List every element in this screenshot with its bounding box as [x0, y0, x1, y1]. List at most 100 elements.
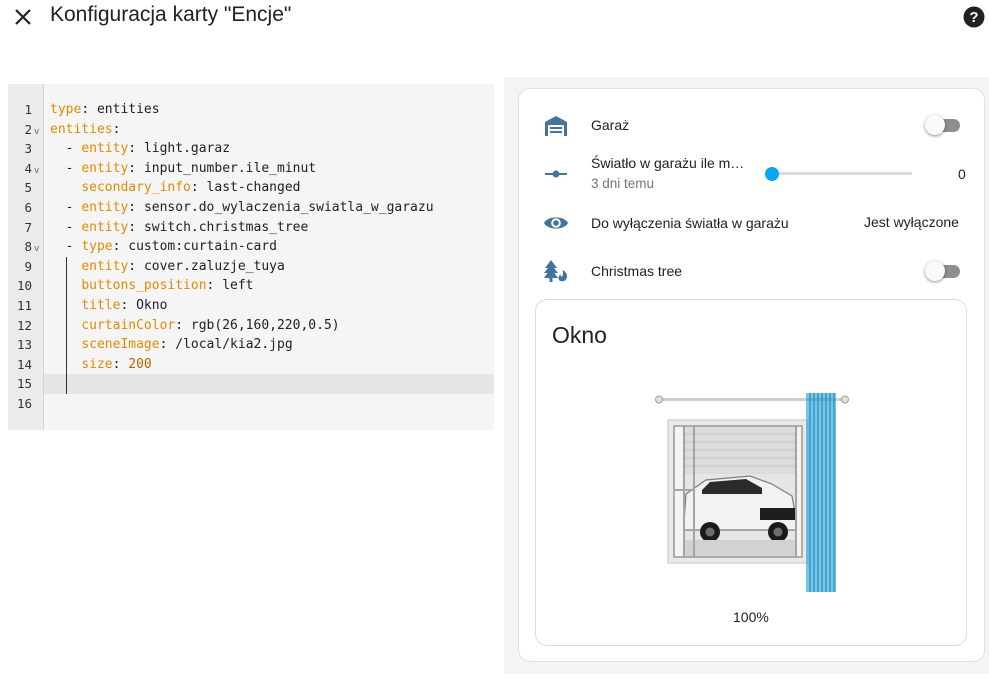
- line-number: 3: [24, 141, 32, 157]
- code-line[interactable]: entities:: [50, 120, 120, 140]
- yaml-separator: :: [81, 102, 97, 117]
- curtain-position: 100%: [733, 609, 769, 625]
- yaml-key: buttons_position: [81, 278, 207, 294]
- line-number: 15: [16, 376, 32, 392]
- line-number: 10: [16, 278, 32, 294]
- code-line[interactable]: sceneImage: /local/kia2.jpg: [50, 335, 293, 355]
- yaml-separator: :: [112, 239, 129, 255]
- entity-name-swiatlo[interactable]: Światło w garażu ile m…: [591, 155, 744, 171]
- yaml-key: type: [81, 239, 113, 255]
- line-number: 12: [16, 317, 32, 333]
- yaml-value: sensor.do_wylaczenia_swiatla_w_garazu: [143, 200, 434, 215]
- help-circle-icon: ?: [963, 6, 985, 28]
- yaml-value: /local/kia2.jpg: [175, 337, 293, 353]
- yaml-separator: :: [159, 337, 176, 353]
- indent-guide: [66, 257, 67, 394]
- yaml-key: entity: [81, 200, 129, 215]
- code-indent: -: [50, 160, 82, 176]
- line-number-gutter: 1 2 v 3 4 v 5 6 7 8 v 9 10 11 12 13 14 15 16: [8, 84, 44, 430]
- line-number: 9: [24, 258, 32, 274]
- ile-minut-slider[interactable]: [765, 164, 915, 184]
- yaml-separator: :: [175, 317, 191, 333]
- code-indent: -: [50, 200, 82, 215]
- dialog-header: Konfiguracja karty "Encje" ?: [0, 0, 989, 34]
- christmas-tree-toggle[interactable]: [925, 260, 963, 282]
- code-indent: -: [50, 141, 82, 157]
- code-line[interactable]: - entity: input_number.ile_minut: [50, 159, 316, 179]
- yaml-value: rgb(26,160,220,0.5): [190, 317, 340, 333]
- yaml-editor[interactable]: 1 2 v 3 4 v 5 6 7 8 v 9 10 11 12 13 14 15 16 type: entitie…: [8, 84, 494, 430]
- yaml-key: type: [50, 102, 82, 117]
- yaml-separator: :: [128, 160, 144, 176]
- fold-toggle[interactable]: v: [34, 162, 39, 182]
- yaml-separator: :: [112, 121, 121, 137]
- code-indent: -: [50, 219, 82, 235]
- fold-toggle[interactable]: v: [34, 123, 39, 143]
- slider-knob[interactable]: [765, 167, 779, 181]
- yaml-separator: :: [206, 278, 223, 294]
- yaml-separator: :: [128, 258, 144, 274]
- code-area[interactable]: type: entities entities: - entity: light.…: [44, 84, 494, 430]
- code-indent: -: [50, 239, 82, 255]
- pine-tree-fire-icon: [544, 260, 567, 282]
- yaml-key: curtainColor: [81, 317, 176, 333]
- line-number: 1: [24, 102, 32, 117]
- entity-secondary-info: 3 dni temu: [591, 176, 655, 191]
- curtain-card-title: Okno: [552, 322, 607, 348]
- car-scene-image: [655, 393, 849, 592]
- yaml-key: entities: [50, 121, 113, 137]
- line-number: 14: [16, 356, 32, 372]
- yaml-value: cover.zaluzje_tuya: [143, 258, 285, 274]
- line-number: 13: [16, 337, 32, 353]
- curtain-window[interactable]: [650, 390, 850, 595]
- close-icon: [15, 9, 31, 25]
- code-line[interactable]: title: Okno: [50, 296, 167, 316]
- yaml-value: custom:curtain-card: [128, 239, 277, 255]
- entity-name-christmas-tree[interactable]: Christmas tree: [591, 263, 682, 279]
- entity-name-do-wylaczenia[interactable]: Do wyłączenia światła w garażu: [591, 215, 789, 231]
- yaml-separator: :: [128, 141, 144, 157]
- garaz-toggle[interactable]: [925, 114, 963, 136]
- code-line[interactable]: - entity: switch.christmas_tree: [50, 218, 309, 238]
- yaml-key: title: [81, 298, 121, 313]
- yaml-separator: :: [128, 219, 144, 235]
- toggle-thumb: [925, 115, 945, 135]
- yaml-value: switch.christmas_tree: [143, 219, 309, 235]
- yaml-value: entities: [96, 102, 160, 117]
- yaml-value: Okno: [136, 298, 168, 313]
- yaml-key: entity: [81, 219, 129, 235]
- yaml-value: left: [222, 278, 254, 294]
- line-number: 11: [16, 298, 32, 313]
- code-line[interactable]: buttons_position: left: [50, 276, 254, 296]
- code-line[interactable]: entity: cover.zaluzje_tuya: [50, 257, 285, 277]
- slider-icon: [545, 170, 567, 178]
- code-line[interactable]: type: entities: [50, 100, 160, 120]
- yaml-key: entity: [81, 160, 129, 176]
- yaml-value: light.garaz: [143, 141, 231, 157]
- help-button[interactable]: ?: [962, 5, 986, 29]
- yaml-value: 200: [128, 356, 152, 372]
- dialog-title: Konfiguracja karty "Encje": [50, 3, 292, 26]
- yaml-key: size: [81, 356, 113, 372]
- yaml-separator: :: [190, 180, 207, 196]
- code-line[interactable]: - entity: sensor.do_wylaczenia_swiatla_w…: [50, 198, 434, 218]
- sensor-state: Jest wyłączone: [864, 214, 959, 230]
- slider-rail: [772, 172, 912, 175]
- yaml-value: input_number.ile_minut: [143, 160, 317, 176]
- code-line[interactable]: secondary_info: last-changed: [50, 178, 300, 198]
- close-button[interactable]: [10, 4, 36, 30]
- fold-toggle[interactable]: v: [34, 240, 39, 260]
- toggle-thumb: [925, 261, 945, 281]
- yaml-key: entity: [81, 258, 129, 274]
- svg-text:?: ?: [969, 9, 978, 26]
- code-line[interactable]: - entity: light.garaz: [50, 139, 230, 159]
- yaml-key: sceneImage: [81, 337, 160, 353]
- entity-name-garaz[interactable]: Garaż: [591, 117, 629, 133]
- yaml-separator: :: [128, 200, 144, 215]
- code-line[interactable]: curtainColor: rgb(26,160,220,0.5): [50, 316, 340, 336]
- line-number: 16: [16, 396, 32, 411]
- yaml-key: secondary_info: [81, 180, 191, 196]
- line-number: 7: [24, 219, 32, 235]
- code-line[interactable]: - type: custom:curtain-card: [50, 237, 277, 257]
